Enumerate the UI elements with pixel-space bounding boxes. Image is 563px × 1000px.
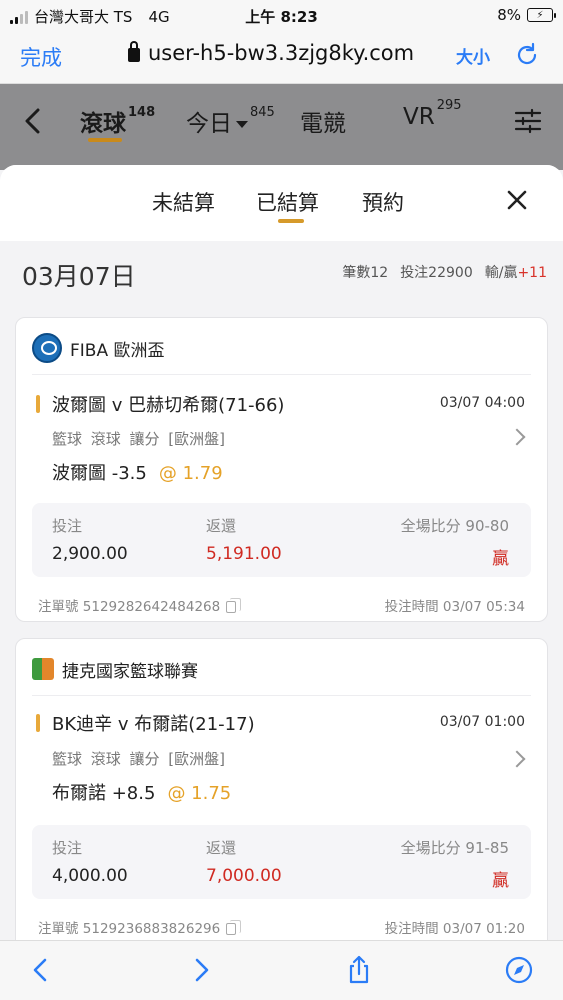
tab-reserved[interactable]: 預約 <box>362 187 404 217</box>
browser-url-bar: 完成 user-h5-bw3.3zjg8ky.com 大小 <box>0 30 563 84</box>
bet-record-sheet: 未結算 已結算 預約 03月07日 筆數12 投注22900 輸/贏+11 FI… <box>0 165 563 940</box>
bet-time: 投注時間 03/07 05:34 <box>384 599 525 615</box>
compass-icon[interactable] <box>504 955 534 985</box>
return-amount: 7,000.00 <box>206 866 282 886</box>
bet-type: 籃球 滾球 讓分 [歐洲盤] <box>52 750 226 768</box>
battery-percent: 8% <box>497 6 521 24</box>
copy-icon[interactable] <box>226 598 242 613</box>
match-marker <box>36 395 40 413</box>
divider <box>32 695 531 696</box>
winloss-total: 輸/贏+11 <box>485 262 547 282</box>
tab-vr-count: 295 <box>436 98 462 114</box>
battery-icon: ⚡ <box>527 8 556 22</box>
chevron-right-icon[interactable] <box>508 428 526 446</box>
bet-count: 筆數12 <box>342 265 389 281</box>
winloss-label: 輸/贏 <box>484 265 518 281</box>
text-size-button[interactable]: 大小 <box>456 43 490 68</box>
browser-forward-icon[interactable] <box>186 955 216 985</box>
close-icon[interactable] <box>506 189 528 211</box>
full-score: 全場比分 91-85 <box>400 839 509 857</box>
tab-vr-label: VR <box>403 104 435 130</box>
tab-unsettled[interactable]: 未結算 <box>152 187 215 217</box>
browser-back-icon[interactable] <box>26 955 56 985</box>
tab-settled-label: 已結算 <box>256 191 319 215</box>
return-label: 返還 <box>206 839 237 857</box>
bet-pick: 波爾圖 -3.5 @ 1.79 <box>52 459 223 485</box>
filter-icon[interactable] <box>514 108 542 134</box>
bet-footer: 注單號 5129236883826296 投注時間 03/07 01:20 <box>38 917 525 937</box>
pick-text: 布爾諾 +8.5 <box>52 783 156 804</box>
clock: 上午 8:23 <box>245 8 318 26</box>
tab-today-label: 今日 <box>186 111 232 137</box>
done-button[interactable]: 完成 <box>20 42 62 72</box>
match-time: 03/07 04:00 <box>439 395 525 411</box>
bet-type: 籃球 滾球 讓分 [歐洲盤] <box>52 430 226 448</box>
tab-today[interactable]: 今日 845 <box>186 104 275 138</box>
stake-amount: 4,000.00 <box>52 866 128 886</box>
tab-inplay[interactable]: 滾球 148 <box>80 104 156 142</box>
tab-inplay-count: 148 <box>128 105 156 121</box>
bet-time: 投注時間 03/07 01:20 <box>384 921 525 937</box>
league-name: 捷克國家籃球聯賽 <box>62 661 198 682</box>
caret-down-icon <box>236 121 248 128</box>
share-icon[interactable] <box>344 955 374 985</box>
status-bar: 台灣大哥大 TS 4G 上午 8:23 8% ⚡ <box>0 0 563 30</box>
chevron-right-icon[interactable] <box>508 750 526 768</box>
url-text: user-h5-bw3.3zjg8ky.com <box>148 41 415 65</box>
divider <box>32 374 531 375</box>
tab-today-count: 845 <box>250 105 275 121</box>
fiba-logo-icon <box>32 333 62 363</box>
league-name: FIBA 歐洲盃 <box>70 340 165 361</box>
match-time: 03/07 01:00 <box>439 714 525 730</box>
stake-label: 投注 <box>52 517 83 535</box>
tab-esports[interactable]: 電競 <box>300 104 346 138</box>
order-number: 注單號 5129282642484268 <box>38 599 221 615</box>
result-badge: 贏 <box>492 871 509 891</box>
full-score: 全場比分 90-80 <box>400 517 509 535</box>
result-badge: 贏 <box>492 549 509 569</box>
address-field[interactable]: user-h5-bw3.3zjg8ky.com <box>128 41 414 65</box>
browser-toolbar <box>0 940 563 1000</box>
sheet-tabs: 未結算 已結算 預約 <box>0 165 563 241</box>
bet-footer: 注單號 5129282642484268 投注時間 03/07 05:34 <box>38 595 525 615</box>
reload-icon[interactable] <box>514 42 540 68</box>
date-label: 03月07日 <box>22 262 136 291</box>
tab-inplay-label: 滾球 <box>80 111 126 137</box>
tab-vr[interactable]: VR 295 <box>403 98 462 130</box>
bet-summary: 投注 4,000.00 返還 7,000.00 全場比分 91-85 贏 <box>32 825 531 899</box>
return-amount: 5,191.00 <box>206 544 282 564</box>
odds: @ 1.75 <box>167 783 232 804</box>
bet-card[interactable]: 捷克國家籃球聯賽 BK迪辛 v 布爾諾(21-17) 03/07 01:00 籃… <box>15 638 548 940</box>
bet-pick: 布爾諾 +8.5 @ 1.75 <box>52 779 231 805</box>
order-number: 注單號 5129236883826296 <box>38 921 221 937</box>
stake-label: 投注 <box>52 839 83 857</box>
stake-amount: 2,900.00 <box>52 544 128 564</box>
tab-settled[interactable]: 已結算 <box>256 187 319 223</box>
winloss-value: +11 <box>517 265 547 281</box>
bet-card[interactable]: FIBA 歐洲盃 波爾圖 v 巴赫切希爾(71-66) 03/07 04:00 … <box>15 317 548 622</box>
pick-text: 波爾圖 -3.5 <box>52 463 147 484</box>
odds: @ 1.79 <box>158 463 223 484</box>
return-label: 返還 <box>206 517 237 535</box>
date-summary-bar: 03月07日 筆數12 投注22900 輸/贏+11 <box>0 253 563 299</box>
match-marker <box>36 714 40 732</box>
match-title: BK迪辛 v 布爾諾(21-17) <box>52 714 255 735</box>
match-title: 波爾圖 v 巴赫切希爾(71-66) <box>52 395 285 416</box>
tab-esports-label: 電競 <box>300 111 346 137</box>
active-tab-indicator <box>88 138 122 142</box>
czech-league-logo-icon <box>32 658 54 680</box>
stake-total: 投注22900 <box>400 265 473 281</box>
copy-icon[interactable] <box>226 920 242 935</box>
bet-summary: 投注 2,900.00 返還 5,191.00 全場比分 90-80 贏 <box>32 503 531 577</box>
app-header: 滾球 148 今日 845 電競 VR 295 <box>0 84 563 170</box>
back-icon[interactable] <box>20 106 48 136</box>
active-tab-indicator <box>278 219 304 223</box>
lock-icon <box>128 41 140 62</box>
